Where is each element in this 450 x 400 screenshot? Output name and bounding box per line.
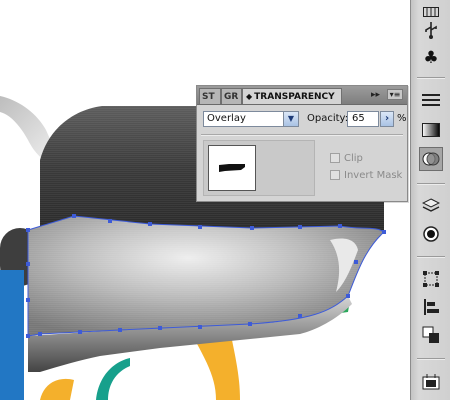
clip-checkbox[interactable]: Clip — [330, 153, 363, 165]
layers-icon[interactable] — [419, 194, 443, 218]
anchor-point[interactable] — [72, 214, 76, 218]
anchor-point[interactable] — [382, 230, 386, 234]
opacity-label: Opacity: — [307, 113, 349, 124]
transparency-icon[interactable] — [419, 147, 443, 171]
collapse-icon[interactable]: ▸▸ — [371, 89, 380, 101]
thumbnail-shape-icon — [219, 164, 245, 172]
anchor-point[interactable] — [108, 219, 112, 223]
anchor-point[interactable] — [354, 260, 358, 264]
invert-mask-label: Invert Mask — [344, 170, 403, 181]
panel-menu-icon[interactable]: ▾≡ — [387, 89, 403, 100]
invert-mask-checkbox[interactable]: Invert Mask — [330, 170, 402, 182]
tab-grip-icon: ◆ — [246, 92, 253, 101]
anchor-point[interactable] — [26, 298, 30, 302]
anchor-point[interactable] — [26, 262, 30, 266]
anchor-point[interactable] — [298, 225, 302, 229]
anchor-point[interactable] — [248, 322, 252, 326]
tab-stroke[interactable]: ST — [199, 88, 221, 104]
anchor-point[interactable] — [38, 332, 42, 336]
tab-transparency-label: TRANSPARENCY — [254, 92, 335, 102]
artboards-icon[interactable] — [419, 370, 443, 394]
anchor-point[interactable] — [298, 314, 302, 318]
club-symbol-icon[interactable]: ♣ — [419, 46, 443, 70]
tab-transparency[interactable]: ◆ TRANSPARENCY — [242, 88, 342, 104]
anchor-point[interactable] — [158, 326, 162, 330]
transform-icon[interactable] — [419, 267, 443, 291]
club-glyph: ♣ — [423, 47, 439, 68]
appearance-icon[interactable] — [419, 222, 443, 246]
anchor-point[interactable] — [338, 224, 342, 228]
clip-checkbox-box[interactable] — [330, 153, 340, 163]
anchor-point[interactable] — [26, 228, 30, 232]
opacity-flyout-button[interactable]: › — [380, 111, 394, 127]
transparency-panel: ST GR ◆ TRANSPARENCY ▸▸ ▾≡ Overlay ▼ Opaci… — [196, 85, 408, 202]
pathfinder-icon[interactable] — [419, 323, 443, 347]
anchor-point[interactable] — [198, 225, 202, 229]
mask-area — [203, 140, 315, 196]
anchor-point[interactable] — [26, 334, 30, 338]
anchor-point[interactable] — [198, 325, 202, 329]
anchor-point[interactable] — [118, 328, 122, 332]
percent-sign: % — [397, 113, 407, 124]
anchor-point[interactable] — [148, 222, 152, 226]
anchor-point[interactable] — [250, 226, 254, 230]
anchor-point[interactable] — [346, 294, 350, 298]
panel-tab-bar: ST GR ◆ TRANSPARENCY ▸▸ ▾≡ — [197, 86, 407, 105]
chevron-down-icon[interactable]: ▼ — [283, 112, 298, 126]
opacity-input[interactable]: 65 — [347, 111, 379, 127]
clip-label: Clip — [344, 153, 363, 164]
object-thumbnail[interactable] — [208, 145, 256, 191]
invert-mask-checkbox-box[interactable] — [330, 170, 340, 180]
panel-dock: ♣ — [410, 0, 450, 400]
panel-divider — [201, 134, 403, 136]
tab-gradient[interactable]: GR — [221, 88, 242, 104]
dock-separator — [417, 183, 445, 185]
dock-separator — [417, 77, 445, 79]
dock-separator — [417, 358, 445, 360]
anchor-point[interactable] — [78, 330, 82, 334]
dock-separator — [417, 256, 445, 258]
blend-mode-dropdown[interactable]: Overlay ▼ — [203, 111, 299, 127]
gradient-icon[interactable] — [419, 118, 443, 142]
align-icon[interactable] — [419, 295, 443, 319]
usb-icon[interactable] — [419, 18, 443, 42]
blend-mode-value: Overlay — [207, 113, 246, 124]
lines-icon[interactable] — [419, 88, 443, 112]
blend-opacity-row: Overlay ▼ Opacity: 65 › % — [203, 111, 407, 127]
